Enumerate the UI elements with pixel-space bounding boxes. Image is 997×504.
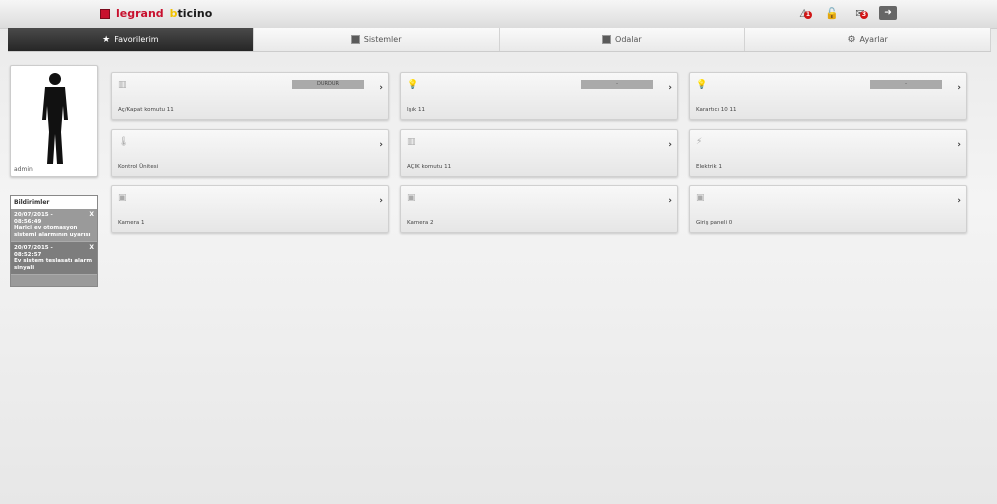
legrand-mark-icon [100, 8, 110, 19]
username-label: admin [14, 166, 33, 173]
main-tabs: ★ Favorilerim Sistemler Odalar ⚙ Ayarlar [8, 28, 991, 52]
star-icon: ★ [102, 34, 111, 45]
close-icon[interactable]: X [89, 244, 94, 252]
tab-odalar[interactable]: Odalar [499, 28, 746, 51]
lock-icon[interactable]: 🔓 [823, 6, 841, 20]
shutter-icon: ▥ [407, 137, 416, 147]
dimmer-toggle-button[interactable]: - [870, 80, 942, 89]
tile-label: Kamera 1 [118, 220, 145, 226]
stop-button[interactable]: DURDUR [292, 80, 364, 89]
thermometer-icon: 🌡 [118, 137, 130, 147]
light-bulb-icon: 💡 [407, 80, 419, 90]
tile-kamera-2[interactable]: ▣ › Kamera 2 [400, 185, 678, 233]
chevron-right-icon[interactable]: › [668, 196, 672, 206]
chevron-right-icon[interactable]: › [957, 83, 961, 93]
notifications-title: Bildirimler [11, 196, 97, 209]
tile-giris-paneli[interactable]: ▣ › Giriş paneli 0 [689, 185, 967, 233]
user-card[interactable]: admin [10, 65, 98, 177]
dimmer-bulb-icon: 💡 [696, 80, 708, 90]
tile-ac-kapat-komutu[interactable]: ▥ DURDUR › Aç/Kapat komutu 11 [111, 72, 389, 120]
gear-icon: ⚙ [847, 34, 856, 45]
tile-label: Elektrik 1 [696, 164, 722, 170]
chevron-right-icon[interactable]: › [379, 83, 383, 93]
door-icon [602, 35, 612, 44]
logout-icon[interactable]: ➜ [879, 6, 897, 20]
tab-favorilerim[interactable]: ★ Favorilerim [8, 28, 254, 51]
entry-panel-icon: ▣ [696, 193, 705, 203]
chevron-right-icon[interactable]: › [668, 140, 672, 150]
camera-icon: ▣ [118, 193, 127, 203]
tile-label: Kontrol Ünitesi [118, 164, 159, 170]
chevron-right-icon[interactable]: › [957, 196, 961, 206]
brand-logo: legrand bticino [100, 7, 212, 20]
top-header: legrand bticino ⚠1 🔓 ✉3 ➜ [0, 0, 997, 29]
close-icon[interactable]: X [89, 211, 94, 219]
header-actions: ⚠1 🔓 ✉3 ➜ [795, 6, 897, 20]
tile-kontrol-unitesi[interactable]: 🌡 › Kontrol Ünitesi [111, 129, 389, 177]
tile-elektrik[interactable]: ⚡ › Elektrik 1 [689, 129, 967, 177]
tile-kamera-1[interactable]: ▣ › Kamera 1 [111, 185, 389, 233]
tile-label: Aç/Kapat komutu 11 [118, 107, 174, 113]
tile-label: Kamera 2 [407, 220, 434, 226]
tile-isik[interactable]: 💡 - › Işık 11 [400, 72, 678, 120]
notifications-panel: Bildirimler 20/07/2015 - 08:56:49 Harici… [10, 195, 98, 287]
mail-icon[interactable]: ✉3 [851, 6, 869, 20]
camera-icon: ▣ [407, 193, 416, 203]
chevron-right-icon[interactable]: › [379, 140, 383, 150]
shutter-icon: ▥ [118, 80, 127, 90]
tile-acik-komutu[interactable]: ▥ › AÇIK komutu 11 [400, 129, 678, 177]
bticino-wordmark: bticino [169, 7, 213, 20]
chevron-right-icon[interactable]: › [379, 196, 383, 206]
energy-icon: ⚡ [696, 137, 703, 147]
legrand-wordmark: legrand [116, 7, 164, 20]
tile-label: AÇIK komutu 11 [407, 164, 452, 170]
notification-item[interactable]: 20/07/2015 - 08:52:57 Ev sistem teslasat… [11, 242, 97, 275]
tab-ayarlar[interactable]: ⚙ Ayarlar [745, 28, 991, 51]
chevron-right-icon[interactable]: › [668, 83, 672, 93]
tile-label: Giriş paneli 0 [696, 220, 733, 226]
tile-label: Işık 11 [407, 107, 425, 113]
tile-label: Karartıcı 10 11 [696, 107, 737, 113]
light-toggle-button[interactable]: - [581, 80, 653, 89]
tab-sistemler[interactable]: Sistemler [253, 28, 500, 51]
alarm-icon[interactable]: ⚠1 [795, 6, 813, 20]
systems-icon [350, 35, 360, 44]
user-avatar-icon [42, 73, 68, 164]
chevron-right-icon[interactable]: › [957, 140, 961, 150]
mail-badge: 3 [860, 11, 868, 19]
alarm-badge: 1 [804, 11, 812, 19]
tile-karartici[interactable]: 💡 - › Karartıcı 10 11 [689, 72, 967, 120]
notification-item[interactable]: 20/07/2015 - 08:56:49 Harici ev otomasyo… [11, 209, 97, 242]
